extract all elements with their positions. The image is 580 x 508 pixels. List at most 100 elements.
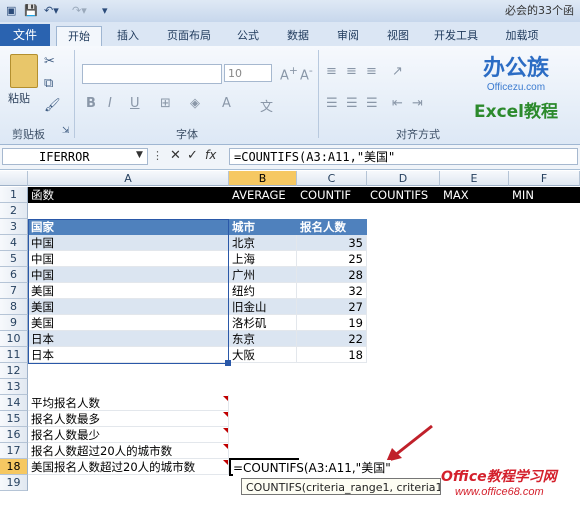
select-all-corner[interactable] <box>0 171 28 186</box>
excel-app-icon[interactable]: ▣ <box>6 3 16 19</box>
table-cell-country[interactable]: 美国 <box>28 283 229 299</box>
table-cell-country[interactable]: 日本 <box>28 347 229 363</box>
font-color-icon[interactable]: A <box>222 96 231 111</box>
column-header-e[interactable]: E <box>440 171 509 186</box>
tab-review[interactable]: 审阅 <box>328 26 368 46</box>
tab-formulas[interactable]: 公式 <box>228 26 268 46</box>
table-cell-country[interactable]: 中国 <box>28 251 229 267</box>
table-cell-city[interactable]: 旧金山 <box>229 299 297 315</box>
tab-home[interactable]: 开始 <box>56 26 102 47</box>
table-cell-city[interactable]: 北京 <box>229 235 297 251</box>
table-cell-city[interactable]: 上海 <box>229 251 297 267</box>
label-countifs[interactable]: 美国报名人数超过20人的城市数 <box>28 459 229 475</box>
cell-f1[interactable]: MIN <box>509 187 580 203</box>
cell-e1[interactable]: MAX <box>440 187 509 203</box>
column-header-b[interactable]: B <box>229 171 297 186</box>
insert-function-icon[interactable]: fx <box>205 148 216 162</box>
row-header[interactable]: 17 <box>0 443 28 459</box>
fill-color-icon[interactable]: ◈ <box>190 96 200 111</box>
name-box-dropdown-icon[interactable]: ▼ <box>136 150 143 160</box>
table-cell-country[interactable]: 美国 <box>28 299 229 315</box>
table-cell-city[interactable]: 东京 <box>229 331 297 347</box>
tab-view[interactable]: 视图 <box>378 26 418 46</box>
align-top-icon[interactable]: ≡ <box>326 64 337 79</box>
tab-developer[interactable]: 开发工具 <box>426 26 486 46</box>
tab-page-layout[interactable]: 页面布局 <box>158 26 220 46</box>
tab-insert[interactable]: 插入 <box>108 26 148 46</box>
column-header-d[interactable]: D <box>367 171 440 186</box>
table-header-count[interactable]: 报名人数 <box>297 219 367 235</box>
table-header-country[interactable]: 国家 <box>28 219 229 235</box>
shrink-font-icon[interactable]: A- <box>300 64 313 83</box>
dialog-launcher-icon[interactable]: ⇲ <box>62 126 70 136</box>
name-box[interactable]: IFERROR <box>2 148 148 165</box>
row-header[interactable]: 4 <box>0 235 28 251</box>
row-header[interactable]: 16 <box>0 427 28 443</box>
paste-icon[interactable] <box>10 54 38 88</box>
column-header-f[interactable]: F <box>509 171 580 186</box>
label-min[interactable]: 报名人数最少 <box>28 427 229 443</box>
column-header-a[interactable]: A <box>28 171 229 186</box>
tab-file[interactable]: 文件 <box>0 24 50 46</box>
align-bottom-icon[interactable]: ≡ <box>366 64 377 79</box>
formula-input[interactable]: =COUNTIFS(A3:A11,"美国" <box>229 148 578 165</box>
row-header[interactable]: 12 <box>0 363 28 379</box>
align-left-icon[interactable]: ☰ <box>326 96 338 111</box>
table-cell-count[interactable]: 28 <box>297 267 367 283</box>
grow-font-icon[interactable]: A+ <box>280 64 298 83</box>
format-painter-icon[interactable]: 🖌 <box>44 98 61 113</box>
table-cell-count[interactable]: 32 <box>297 283 367 299</box>
redo-icon[interactable]: ↷▾ <box>72 3 87 19</box>
row-header[interactable]: 14 <box>0 395 28 411</box>
undo-icon[interactable]: ↶▾ <box>44 3 59 19</box>
table-header-city[interactable]: 城市 <box>229 219 297 235</box>
customize-toolbar-icon[interactable]: ▾ <box>102 3 108 19</box>
font-size-select[interactable]: 10 <box>224 64 272 82</box>
cell-d1[interactable]: COUNTIFS <box>367 187 440 203</box>
enter-icon[interactable]: ✓ <box>187 148 198 163</box>
row-header[interactable]: 15 <box>0 411 28 427</box>
table-cell-count[interactable]: 25 <box>297 251 367 267</box>
row-header[interactable]: 11 <box>0 347 28 363</box>
cell-a1[interactable]: 函数 <box>28 187 229 203</box>
table-cell-count[interactable]: 19 <box>297 315 367 331</box>
row-header[interactable]: 6 <box>0 267 28 283</box>
table-cell-city[interactable]: 洛杉矶 <box>229 315 297 331</box>
row-header[interactable]: 8 <box>0 299 28 315</box>
phonetic-icon[interactable]: 文 <box>260 96 273 115</box>
active-cell-b18[interactable]: =COUNTIFS(A3:A11,"美国" <box>229 458 391 476</box>
range-resize-handle[interactable] <box>225 360 231 366</box>
table-cell-count[interactable]: 22 <box>297 331 367 347</box>
orientation-icon[interactable]: ↗ <box>392 64 403 79</box>
comment-indicator-icon[interactable] <box>223 412 228 417</box>
row-header[interactable]: 10 <box>0 331 28 347</box>
outdent-icon[interactable]: ⇥ <box>412 96 423 111</box>
italic-button[interactable]: I <box>108 96 112 111</box>
align-center-icon[interactable]: ☰ <box>346 96 358 111</box>
active-cell-formula[interactable]: =COUNTIFS(A3:A11,"美国" <box>233 460 391 476</box>
row-header[interactable]: 3 <box>0 219 28 235</box>
font-family-select[interactable] <box>82 64 222 84</box>
row-header[interactable]: 1 <box>0 187 28 203</box>
table-cell-country[interactable]: 中国 <box>28 267 229 283</box>
align-middle-icon[interactable]: ≡ <box>346 64 357 79</box>
table-cell-city[interactable]: 广州 <box>229 267 297 283</box>
align-right-icon[interactable]: ☰ <box>366 96 378 111</box>
table-cell-country[interactable]: 中国 <box>28 235 229 251</box>
row-header[interactable]: 9 <box>0 315 28 331</box>
comment-indicator-icon[interactable] <box>223 460 228 465</box>
table-cell-count[interactable]: 27 <box>297 299 367 315</box>
row-header[interactable]: 18 <box>0 459 28 475</box>
table-cell-count[interactable]: 18 <box>297 347 367 363</box>
tab-data[interactable]: 数据 <box>278 26 318 46</box>
more-icon[interactable]: ⋮ <box>152 149 163 162</box>
bold-button[interactable]: B <box>86 96 96 111</box>
row-header[interactable]: 7 <box>0 283 28 299</box>
cut-icon[interactable]: ✂ <box>44 54 55 69</box>
comment-indicator-icon[interactable] <box>223 396 228 401</box>
border-icon[interactable]: ⊞ <box>160 96 171 111</box>
table-cell-city[interactable]: 纽约 <box>229 283 297 299</box>
label-average[interactable]: 平均报名人数 <box>28 395 229 411</box>
underline-button[interactable]: U <box>130 96 140 111</box>
save-icon[interactable]: 💾 <box>24 3 38 19</box>
